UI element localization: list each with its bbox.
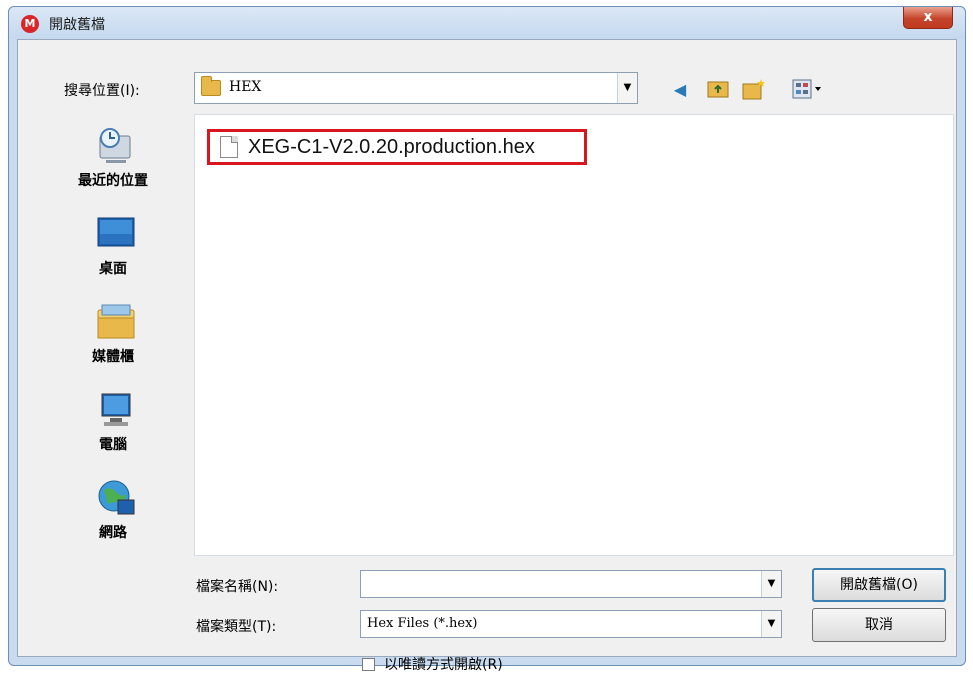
place-label: 桌面 (99, 261, 127, 277)
file-item-highlighted[interactable]: XEG-C1-V2.0.20.production.hex (207, 129, 587, 165)
lookin-label: 搜尋位置(I): (64, 83, 140, 99)
recent-places-icon (96, 126, 136, 166)
file-list[interactable]: XEG-C1-V2.0.20.production.hex (194, 114, 954, 556)
place-label: 網路 (99, 525, 127, 541)
filetype-value: Hex Files (*.hex) (367, 616, 478, 631)
place-desktop[interactable]: 桌面 (38, 214, 188, 298)
place-label: 媒體櫃 (92, 349, 134, 365)
place-computer[interactable]: 電腦 (38, 390, 188, 474)
network-icon (96, 478, 136, 518)
filename-label: 檔案名稱(N): (196, 579, 279, 595)
readonly-label: 以唯讀方式開啟(R) (384, 657, 503, 673)
readonly-checkbox[interactable] (362, 658, 375, 671)
chevron-down-icon[interactable]: ▼ (761, 571, 781, 597)
app-logo-icon: M (21, 15, 39, 33)
close-button[interactable]: x (903, 7, 953, 29)
window-title: 開啟舊檔 (49, 17, 105, 33)
chevron-down-icon[interactable]: ▼ (617, 73, 637, 103)
places-bar: 最近的位置 桌面 媒體櫃 電腦 網路 (38, 116, 188, 556)
libraries-icon (96, 302, 136, 342)
cancel-button[interactable]: 取消 (812, 608, 946, 642)
place-recent[interactable]: 最近的位置 (38, 126, 188, 210)
open-file-dialog: M 開啟舊檔 x 搜尋位置(I): HEX ▼ ◀ 最近的位置 桌面 媒體櫃 電… (8, 6, 966, 673)
file-name: XEG-C1-V2.0.20.production.hex (248, 136, 535, 158)
place-network[interactable]: 網路 (38, 478, 188, 562)
folder-icon (201, 76, 221, 96)
lookin-value: HEX (229, 79, 262, 95)
place-label: 最近的位置 (78, 173, 148, 189)
title-bar: M 開啟舊檔 x (9, 7, 965, 39)
filetype-combo[interactable]: Hex Files (*.hex) ▼ (360, 610, 782, 638)
up-folder-icon[interactable] (706, 78, 730, 102)
filetype-label: 檔案類型(T): (196, 619, 277, 635)
place-libraries[interactable]: 媒體櫃 (38, 302, 188, 386)
computer-icon (96, 390, 136, 430)
document-icon (220, 136, 238, 158)
chevron-down-icon[interactable]: ▼ (761, 611, 781, 637)
place-label: 電腦 (99, 437, 127, 453)
dialog-body: 搜尋位置(I): HEX ▼ ◀ 最近的位置 桌面 媒體櫃 電腦 網路 XEG-… (17, 39, 957, 673)
view-menu-icon[interactable] (790, 78, 826, 102)
new-folder-icon[interactable] (742, 78, 766, 102)
lookin-dropdown[interactable]: HEX ▼ (194, 72, 638, 104)
desktop-icon (96, 214, 136, 254)
back-arrow-icon[interactable]: ◀ (668, 78, 692, 102)
filename-combo[interactable]: ▼ (360, 570, 782, 598)
open-button[interactable]: 開啟舊檔(O) (812, 568, 946, 602)
